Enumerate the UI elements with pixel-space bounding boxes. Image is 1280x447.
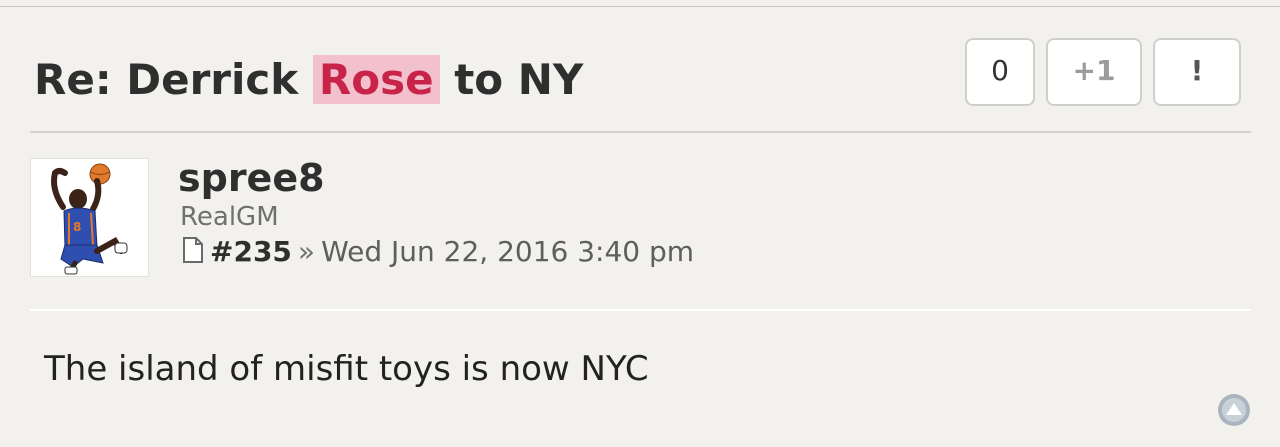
title-prefix: Re: Derrick	[34, 55, 299, 104]
post-number-link[interactable]: #235	[210, 235, 292, 268]
author-username[interactable]: spree8	[178, 155, 325, 201]
vote-count-button[interactable]: 0	[965, 38, 1035, 106]
content-divider	[30, 309, 1251, 311]
post-title: Re: Derrick Rose to NY	[34, 50, 583, 110]
top-divider	[0, 6, 1280, 7]
title-search-highlight: Rose	[312, 55, 440, 104]
svg-text:8: 8	[73, 220, 81, 234]
header-divider	[30, 131, 1251, 133]
post-content: The island of misfit toys is now NYC	[44, 349, 649, 389]
title-suffix: to NY	[454, 55, 584, 104]
meta-separator: »	[297, 235, 316, 268]
post-meta: #235» Wed Jun 22, 2016 3:40 pm	[182, 234, 694, 272]
arrow-up-circle-icon[interactable]	[1217, 393, 1251, 427]
basketball-player-avatar-icon: 8	[51, 163, 128, 275]
avatar[interactable]: 8	[30, 158, 149, 277]
document-icon[interactable]	[182, 236, 204, 272]
post-date: Wed Jun 22, 2016 3:40 pm	[321, 235, 695, 268]
plus-one-button[interactable]: +1	[1046, 38, 1142, 106]
report-button[interactable]: !	[1153, 38, 1241, 106]
author-rank: RealGM	[180, 202, 279, 232]
